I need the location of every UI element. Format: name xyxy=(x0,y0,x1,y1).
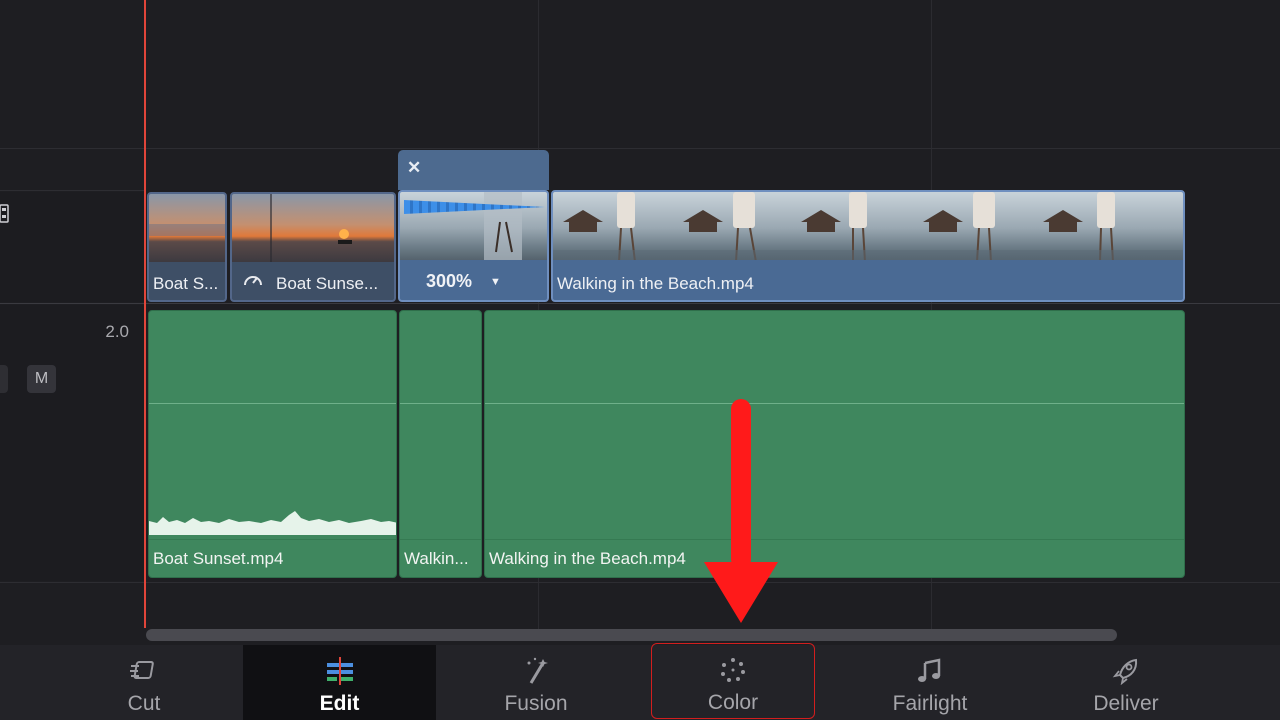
clip-name: Walking in the Beach.mp4 xyxy=(489,549,686,568)
page-tab-label: Color xyxy=(707,691,759,714)
track-divider xyxy=(0,190,145,191)
film-strip-icon xyxy=(0,204,9,223)
speed-dropdown-icon[interactable]: ▼ xyxy=(490,276,501,288)
clip-name: Boat S... xyxy=(153,274,219,293)
page-navigation-bar: Cut Edit Fusion Color Fairlight Deliver xyxy=(0,643,1280,720)
video-clip-walking-beach[interactable]: Walking in the Beach.mp4 xyxy=(551,190,1185,302)
fusion-wand-icon xyxy=(527,657,548,684)
clip-label-divider xyxy=(485,539,1184,540)
speedometer-icon xyxy=(244,276,262,286)
page-tab-label: Cut xyxy=(127,692,161,715)
color-wheel-icon xyxy=(721,658,745,682)
retime-controls-tab[interactable]: ✕ xyxy=(398,150,549,190)
playhead[interactable] xyxy=(144,0,146,628)
page-tab-label: Fusion xyxy=(504,692,568,715)
mute-button[interactable]: M xyxy=(27,365,56,393)
clip-name: Walkin... xyxy=(404,549,469,568)
video-clip-boat-sunset-2[interactable]: Boat Sunse... xyxy=(230,192,396,302)
page-tab-label: Deliver xyxy=(1093,692,1159,715)
audio-waveform xyxy=(149,511,396,535)
clip-thumbnail xyxy=(149,194,225,262)
clip-name: Boat Sunset.mp4 xyxy=(153,549,284,568)
timeline-panel[interactable]: 2.0 M Boat S... Boat Sunse... ✕ 300% ▼ W… xyxy=(0,0,1280,645)
close-retime-icon[interactable]: ✕ xyxy=(407,158,421,178)
video-clip-retimed[interactable]: 300% ▼ xyxy=(398,190,549,302)
page-tab-label: Fairlight xyxy=(892,692,968,715)
page-tab-cut[interactable]: Cut xyxy=(46,645,242,720)
track-divider xyxy=(0,303,1280,304)
video-track-header[interactable] xyxy=(0,192,145,302)
page-tab-edit[interactable]: Edit xyxy=(243,645,436,720)
track-divider xyxy=(0,148,1280,149)
speed-percentage[interactable]: 300% xyxy=(426,271,472,292)
audio-clip-boat-sunset[interactable]: Boat Sunset.mp4 xyxy=(148,310,397,578)
page-tab-fairlight[interactable]: Fairlight xyxy=(832,645,1028,720)
clip-label-divider xyxy=(400,539,481,540)
video-clip-boat-sunset-1[interactable]: Boat S... xyxy=(147,192,227,302)
cut-page-icon xyxy=(130,661,154,679)
audio-clip-walking-short[interactable]: Walkin... xyxy=(399,310,482,578)
edit-page-icon xyxy=(326,657,353,685)
annotation-arrow-icon xyxy=(704,399,778,623)
audio-clip-walking-beach[interactable]: Walking in the Beach.mp4 xyxy=(484,310,1185,578)
clip-thumbnail xyxy=(232,194,394,262)
audio-channel-format: 2.0 xyxy=(105,322,129,341)
page-tab-deliver[interactable]: Deliver xyxy=(1028,645,1224,720)
rocket-icon xyxy=(1112,658,1138,685)
page-tab-label: Edit xyxy=(319,692,360,715)
clip-name: Boat Sunse... xyxy=(276,274,379,293)
track-divider xyxy=(0,582,1280,583)
solo-button[interactable] xyxy=(0,365,8,393)
audio-center-line xyxy=(149,403,396,404)
audio-track-header[interactable]: 2.0 M xyxy=(0,305,145,581)
clip-name: Walking in the Beach.mp4 xyxy=(557,274,754,293)
page-tab-color[interactable]: Color xyxy=(651,643,815,719)
clip-thumbnail xyxy=(553,192,1183,260)
audio-center-line xyxy=(400,403,481,404)
page-tab-fusion[interactable]: Fusion xyxy=(438,645,634,720)
audio-center-line xyxy=(485,403,1184,404)
clip-label-divider xyxy=(149,539,396,540)
music-note-icon xyxy=(918,658,941,682)
timeline-horizontal-scrollbar[interactable] xyxy=(146,629,1117,641)
